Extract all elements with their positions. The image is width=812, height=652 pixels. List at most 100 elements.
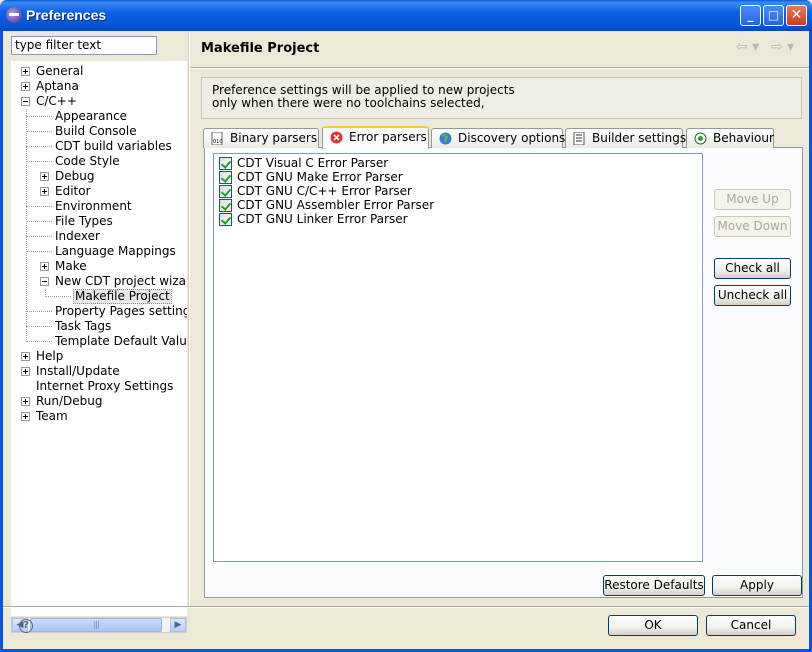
tree-item[interactable]: Help — [11, 349, 187, 364]
expand-icon[interactable] — [40, 187, 49, 196]
expand-icon[interactable] — [40, 172, 49, 181]
title-bar[interactable]: Preferences _ □ ✕ — [0, 0, 812, 31]
uncheck-all-button[interactable]: Uncheck all — [714, 285, 791, 306]
header-separator — [191, 67, 809, 69]
collapse-icon[interactable] — [21, 97, 30, 106]
tree-item[interactable]: Property Pages setting: — [11, 304, 187, 319]
tab-builder-settings[interactable]: Builder settings — [565, 128, 686, 148]
tree-item[interactable]: Appearance — [11, 109, 187, 124]
tree-item[interactable]: Run/Debug — [11, 394, 187, 409]
tree-item[interactable]: Environment — [11, 199, 187, 214]
tree-item[interactable]: Debug — [11, 169, 187, 184]
expand-icon[interactable] — [21, 412, 30, 421]
list-item[interactable]: CDT GNU Linker Error Parser — [214, 212, 702, 226]
tree-item[interactable]: New CDT project wizar — [11, 274, 187, 289]
list-item[interactable]: CDT Visual C Error Parser — [214, 156, 702, 170]
tree-item[interactable]: Makefile Project — [11, 289, 187, 304]
expand-icon[interactable] — [21, 352, 30, 361]
move-up-button[interactable]: Move Up — [714, 189, 791, 210]
expand-icon[interactable] — [21, 397, 30, 406]
restore-defaults-button[interactable]: Restore Defaults — [603, 575, 705, 596]
tab-label: Behaviour — [713, 131, 774, 145]
tree-item[interactable]: Install/Update — [11, 364, 187, 379]
expand-icon[interactable] — [21, 82, 30, 91]
ok-button[interactable]: OK — [608, 615, 698, 636]
error-parsers-panel: CDT Visual C Error Parser CDT GNU Make Er… — [204, 147, 803, 598]
tree-item[interactable]: Team — [11, 409, 187, 424]
tree-item-label: Language Mappings — [55, 244, 176, 258]
tree-item[interactable]: CDT build variables — [11, 139, 187, 154]
tree-item[interactable]: C/C++ — [11, 94, 187, 109]
tree-item[interactable]: Template Default Value — [11, 334, 187, 349]
scroll-thumb[interactable]: ||| — [30, 618, 162, 632]
check-all-button[interactable]: Check all — [714, 258, 791, 279]
preferences-window: Preferences _ □ ✕ type filter text Gener… — [0, 0, 812, 652]
tree-item-label: General — [36, 64, 84, 78]
tree-item[interactable]: Editor — [11, 184, 187, 199]
parser-checkbox[interactable] — [219, 157, 232, 170]
tree-item-label: Build Console — [55, 124, 137, 138]
parser-label: CDT GNU C/C++ Error Parser — [237, 184, 412, 198]
tab-binary-parsers[interactable]: 010 Binary parsers — [203, 128, 319, 148]
close-button[interactable]: ✕ — [786, 5, 807, 26]
help-icon[interactable]: ? — [19, 619, 33, 633]
tree-item[interactable]: Build Console — [11, 124, 187, 139]
parser-checkbox[interactable] — [219, 185, 232, 198]
page-title: Makefile Project — [201, 41, 320, 56]
apply-button[interactable]: Apply — [712, 575, 802, 596]
tab-error-parsers[interactable]: Error parsers — [322, 126, 429, 149]
collapse-icon[interactable] — [40, 277, 49, 286]
info-message: Preference settings will be applied to n… — [201, 77, 802, 119]
tree-item-label: Appearance — [55, 109, 128, 123]
tree-item-label: Debug — [55, 169, 95, 183]
minimize-button[interactable]: _ — [740, 5, 761, 26]
move-down-button[interactable]: Move Down — [714, 216, 791, 237]
tree-item-label: Makefile Project — [73, 289, 172, 304]
tree-connector — [26, 131, 52, 132]
tree-item[interactable]: Task Tags — [11, 319, 187, 334]
pane-divider[interactable] — [188, 31, 190, 607]
forward-arrow-icon[interactable]: ⇨ ▾ — [771, 39, 794, 55]
tree-connector — [26, 146, 52, 147]
radio-icon — [694, 132, 707, 145]
tree-item-label: Team — [36, 409, 68, 423]
tree-item-label: CDT build variables — [55, 139, 172, 153]
tree-item-label: Property Pages setting: — [55, 304, 187, 318]
tree-horizontal-scrollbar[interactable]: ◀ ||| ▶ — [11, 617, 187, 633]
tree-item[interactable]: Language Mappings — [11, 244, 187, 259]
tree-item[interactable]: Code Style — [11, 154, 187, 169]
list-item[interactable]: CDT GNU Assembler Error Parser — [214, 198, 702, 212]
preference-tree[interactable]: General Aptana C/C++ Appearance Build Consol… — [11, 61, 187, 616]
maximize-button[interactable]: □ — [763, 5, 784, 26]
expand-icon[interactable] — [21, 67, 30, 76]
scroll-right-icon[interactable]: ▶ — [170, 618, 186, 632]
list-item[interactable]: CDT GNU Make Error Parser — [214, 170, 702, 184]
tab-behaviour[interactable]: Behaviour — [686, 128, 774, 148]
tab-label: Discovery options — [458, 131, 566, 145]
tree-item-label: Editor — [55, 184, 91, 198]
tree-connector — [26, 221, 52, 222]
parser-checkbox[interactable] — [219, 171, 232, 184]
tree-item-label: Template Default Value — [55, 334, 187, 348]
list-item[interactable]: CDT GNU C/C++ Error Parser — [214, 184, 702, 198]
eclipse-icon — [6, 7, 22, 23]
tree-item[interactable]: Make — [11, 259, 187, 274]
cancel-button[interactable]: Cancel — [706, 615, 796, 636]
tree-item[interactable]: Internet Proxy Settings — [11, 379, 187, 394]
tree-item-label: File Types — [55, 214, 113, 228]
expand-icon[interactable] — [40, 262, 49, 271]
filter-input[interactable]: type filter text — [11, 36, 157, 55]
dialog-client-area: type filter text General Aptana C/C++ Appea… — [3, 31, 809, 649]
error-parser-list[interactable]: CDT Visual C Error Parser CDT GNU Make Er… — [213, 153, 703, 562]
parser-checkbox[interactable] — [219, 213, 232, 226]
tree-item[interactable]: Indexer — [11, 229, 187, 244]
tab-discovery-options[interactable]: Discovery options — [431, 128, 566, 148]
tree-connector — [26, 251, 52, 252]
parser-checkbox[interactable] — [219, 199, 232, 212]
tree-item[interactable]: General — [11, 64, 187, 79]
tree-item[interactable]: File Types — [11, 214, 187, 229]
tree-item[interactable]: Aptana — [11, 79, 187, 94]
tree-connector — [26, 116, 52, 117]
expand-icon[interactable] — [21, 367, 30, 376]
back-arrow-icon[interactable]: ⇦ ▾ — [736, 39, 759, 55]
